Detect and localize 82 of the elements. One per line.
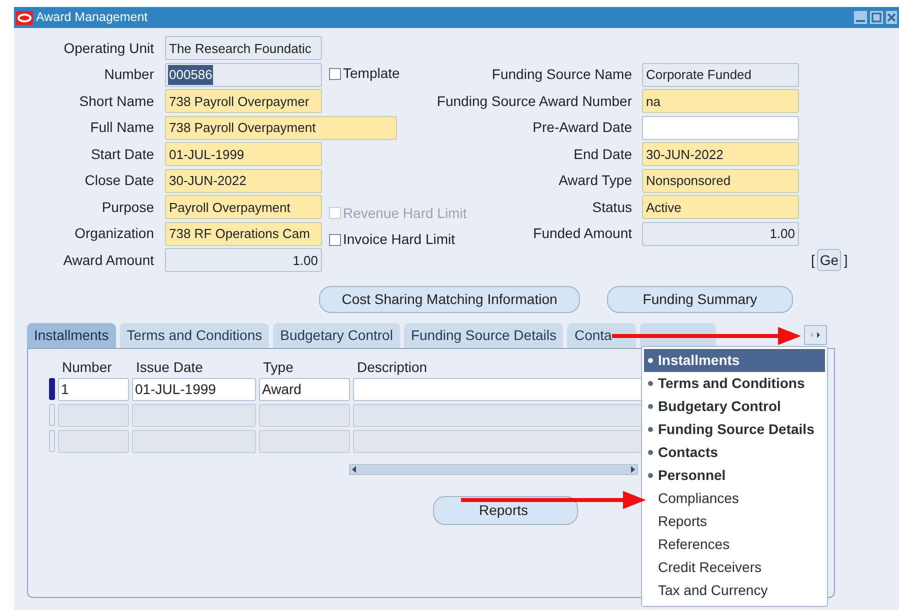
field-label: Funding Source Name: [492, 65, 632, 84]
menu-item[interactable]: Installments: [644, 349, 825, 372]
menu-item[interactable]: Personnel: [644, 464, 825, 487]
column-header: Issue Date: [135, 358, 204, 374]
menu-item[interactable]: Credit Receivers: [644, 556, 825, 579]
table-cell[interactable]: [353, 378, 643, 400]
row-indicator[interactable]: [49, 378, 55, 400]
bracket: ]: [844, 250, 848, 270]
table-cell[interactable]: [132, 404, 256, 426]
menu-item[interactable]: Contacts: [644, 441, 825, 464]
field-label: Organization: [74, 224, 154, 244]
input-field[interactable]: Corporate Funded: [642, 62, 799, 87]
input-field[interactable]: 738 Payroll Overpayment: [165, 116, 397, 140]
input-field[interactable]: 738 Payroll Overpaymer: [165, 89, 322, 114]
table-cell[interactable]: [58, 430, 129, 452]
more-button[interactable]: Ge: [816, 249, 841, 272]
menu-item[interactable]: Budgetary Control: [644, 395, 825, 418]
field-label: Purpose: [100, 198, 154, 217]
table-cell[interactable]: [353, 404, 643, 426]
input-field[interactable]: [642, 116, 799, 140]
input-field[interactable]: Payroll Overpayment: [165, 195, 322, 220]
scroll-left-icon[interactable]: [350, 464, 359, 474]
tab-scroll-button[interactable]: [804, 324, 827, 344]
table-cell[interactable]: 1: [58, 378, 129, 400]
column-header: Description: [356, 358, 428, 374]
tab[interactable]: Terms and Conditions: [120, 322, 270, 348]
column-header: Number: [61, 358, 113, 374]
table-cell[interactable]: [353, 430, 643, 452]
field-label: Award Amount: [62, 250, 154, 270]
table-cell[interactable]: 01-JUL-1999: [132, 378, 256, 400]
action-button[interactable]: Funding Summary: [607, 286, 793, 312]
input-field[interactable]: Active: [642, 195, 799, 220]
field-label: Full Name: [89, 118, 154, 138]
tab[interactable]: Funding Source Details: [404, 322, 564, 348]
menu-item[interactable]: References: [644, 533, 825, 556]
field-label: Number: [103, 65, 154, 84]
field-label: Award Type: [558, 171, 632, 190]
field-label: Pre-Award Date: [532, 118, 632, 138]
input-field[interactable]: 30-JUN-2022: [165, 168, 322, 193]
table-cell[interactable]: [259, 404, 350, 426]
input-field[interactable]: Nonsponsored: [642, 168, 799, 193]
field-label: Status: [592, 198, 632, 217]
checkbox[interactable]: Template: [329, 63, 400, 84]
field-label: Start Date: [90, 144, 154, 164]
table-cell[interactable]: [132, 430, 256, 452]
close-icon[interactable]: [886, 11, 897, 24]
menu-item[interactable]: Reports: [644, 510, 825, 533]
input-field[interactable]: 1.00: [165, 248, 322, 272]
horizontal-scrollbar[interactable]: [349, 464, 638, 474]
window-title: Award Management: [36, 9, 148, 26]
tab[interactable]: Conta: [567, 322, 636, 348]
minimize-icon[interactable]: [854, 11, 867, 24]
scroll-arrows-icon: [810, 330, 820, 340]
input-field[interactable]: 738 RF Operations Cam: [165, 222, 322, 246]
menu-item[interactable]: Compliances: [644, 487, 825, 510]
field-label: Funding Source Award Number: [436, 92, 632, 111]
tab[interactable]: Installments: [27, 322, 116, 348]
field-label: Operating Unit: [62, 38, 154, 58]
action-button[interactable]: Cost Sharing Matching Information: [319, 286, 580, 312]
menu-item[interactable]: Funding Source Details: [644, 418, 825, 441]
checkbox[interactable]: Invoice Hard Limit: [329, 229, 456, 250]
scroll-right-icon[interactable]: [628, 464, 637, 474]
field-label: Short Name: [78, 92, 154, 111]
field-label: Funded Amount: [533, 224, 632, 244]
table-cell[interactable]: Award: [259, 378, 350, 400]
table-cell[interactable]: [259, 430, 350, 452]
input-field[interactable]: 1.00: [642, 222, 799, 246]
menu-item[interactable]: Terms and Conditions: [644, 372, 825, 395]
app-logo-icon: [16, 10, 33, 24]
input-field[interactable]: 01-JUL-1999: [165, 142, 322, 166]
column-header: Type: [262, 358, 294, 374]
tab[interactable]: Budgetary Control: [273, 322, 400, 348]
maximize-icon[interactable]: [870, 11, 883, 24]
field-label: Close Date: [84, 171, 154, 190]
table-cell[interactable]: [58, 404, 129, 426]
input-field[interactable]: The Research Foundatic: [165, 36, 322, 60]
bracket: [: [811, 250, 815, 270]
menu-item[interactable]: Tax and Currency: [644, 579, 825, 602]
input-field[interactable]: 30-JUN-2022: [642, 142, 799, 166]
input-field[interactable]: 000586: [165, 62, 322, 87]
input-field[interactable]: na: [642, 89, 799, 114]
field-label: End Date: [574, 144, 632, 164]
